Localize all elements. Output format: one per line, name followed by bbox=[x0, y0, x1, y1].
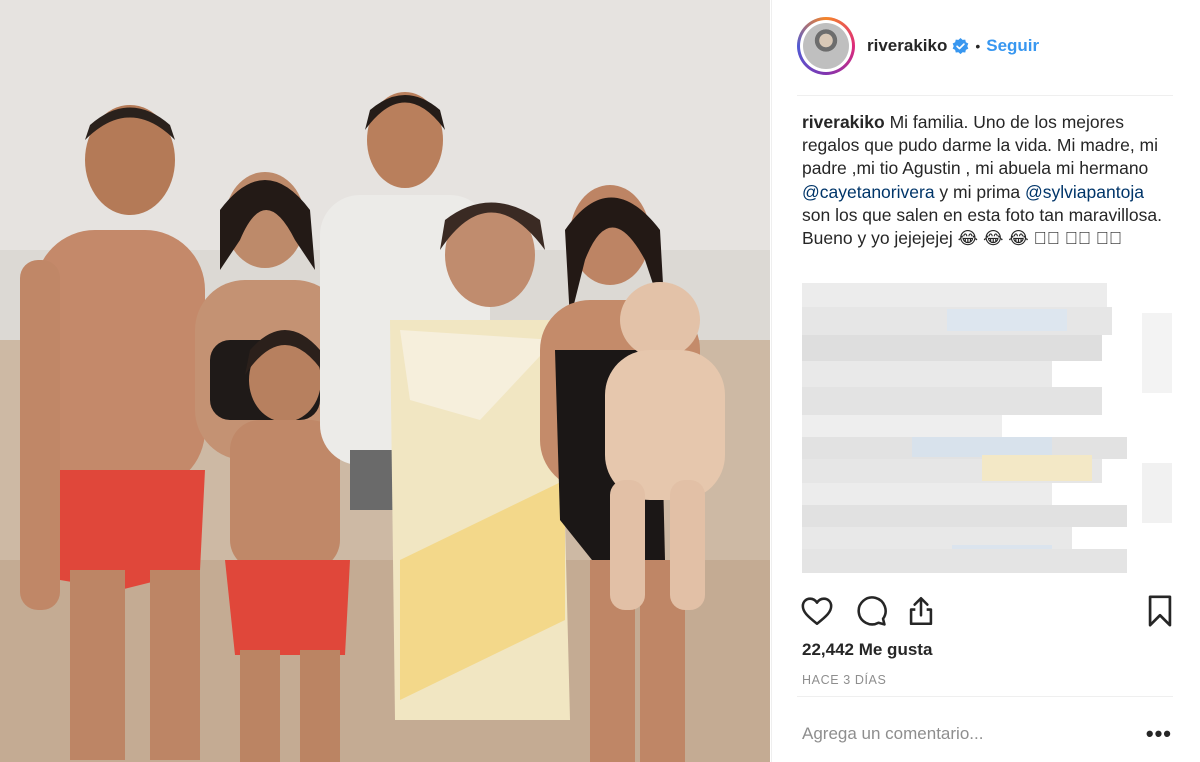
mention-link-sylviapantoja[interactable]: @sylviapantoja bbox=[1025, 182, 1144, 202]
comment-icon[interactable] bbox=[854, 594, 888, 628]
caption-text-2: y mi prima bbox=[934, 181, 1025, 202]
comment-box: ••• bbox=[802, 720, 1172, 748]
header-divider bbox=[797, 95, 1173, 96]
verified-icon bbox=[953, 37, 969, 54]
mention-link-cayetanorivera[interactable]: @cayetanorivera bbox=[802, 182, 935, 202]
likes-count[interactable]: 22,442 Me gusta bbox=[802, 640, 932, 660]
post-caption: riverakiko Mi familia. Uno de los mejore… bbox=[802, 111, 1162, 250]
caption-username[interactable]: riverakiko bbox=[802, 112, 885, 132]
post-header: riverakiko • Seguir bbox=[797, 14, 1173, 78]
heart-icon[interactable] bbox=[800, 594, 834, 628]
more-options-button[interactable]: ••• bbox=[1146, 723, 1172, 745]
separator-dot: • bbox=[975, 38, 981, 54]
post-photo[interactable] bbox=[0, 0, 770, 762]
caption-text-3: son los que salen en esta foto tan marav… bbox=[802, 204, 1162, 249]
share-icon[interactable] bbox=[904, 594, 938, 628]
comment-divider bbox=[797, 696, 1173, 697]
post-actions bbox=[800, 594, 1174, 630]
blurred-comments bbox=[802, 283, 1172, 583]
avatar-story-ring[interactable] bbox=[797, 17, 855, 75]
username-link[interactable]: riverakiko bbox=[867, 36, 947, 56]
post-sidebar: riverakiko • Seguir riverakiko Mi famili… bbox=[771, 0, 1200, 762]
beach-family-photo bbox=[0, 0, 770, 762]
post-time[interactable]: HACE 3 DÍAS bbox=[802, 673, 886, 687]
avatar[interactable] bbox=[803, 23, 849, 69]
comment-input[interactable] bbox=[802, 724, 1122, 744]
bookmark-icon[interactable] bbox=[1144, 594, 1176, 628]
follow-button[interactable]: Seguir bbox=[986, 36, 1039, 56]
